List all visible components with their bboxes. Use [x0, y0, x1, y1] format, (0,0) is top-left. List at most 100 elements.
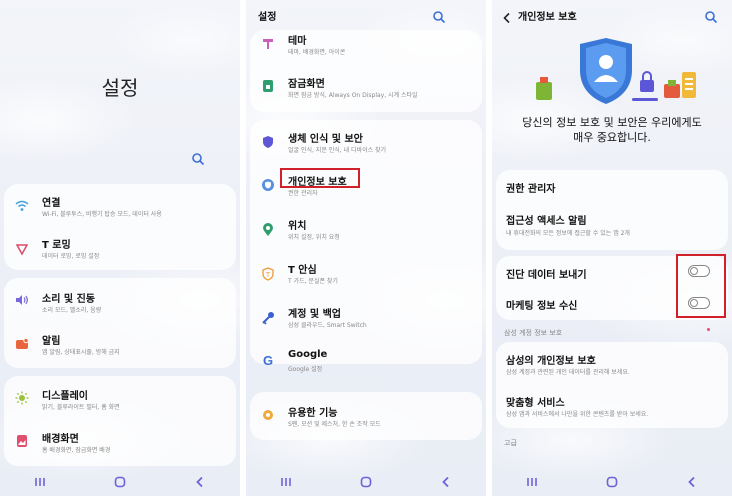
location-icon	[260, 222, 276, 238]
settings-item-display[interactable]: 디스플레이 밝기, 블루라이트 필터, 홈 화면	[4, 376, 236, 421]
settings-item-label: 연결	[42, 198, 61, 209]
wifi-icon	[14, 198, 30, 214]
custom-service-label: 맞춤형 서비스	[506, 398, 565, 409]
speaker-icon	[14, 292, 30, 308]
back-icon[interactable]	[436, 472, 456, 492]
page-title: 설정	[101, 76, 139, 100]
settings-item-google[interactable]: G Google Google 설정	[250, 340, 482, 373]
key-icon	[260, 310, 276, 326]
privacy-description: 당신의 정보 보호 및 보안은 우리에게도 매우 중요합니다.	[492, 115, 732, 145]
settings-group-security: 생체 인식 및 보안 얼굴 인식, 지문 인식, 내 디바이스 찾기 개인정보 …	[250, 120, 482, 373]
settings-item-sub: 앱 알림, 상태표시줄, 방해 금지	[42, 349, 120, 356]
settings-group-theme: 테마 테마, 배경화면, 아이콘 잠금화면 화면 잠금 방식, Always O…	[250, 30, 482, 112]
home-icon[interactable]	[602, 472, 622, 492]
settings-item-sub: 테마, 배경화면, 아이콘	[288, 49, 346, 56]
settings-item-sub: 데이터 로밍, 로밍 설정	[42, 253, 100, 260]
settings-item-label: 잠금화면	[288, 79, 325, 90]
privacy-group-samsung: 삼성의 개인정보 보호 삼성 계정과 관련된 개인 데이터를 관리해 보세요. …	[496, 342, 728, 428]
theme-icon	[260, 36, 276, 52]
settings-item-label: T 안심	[288, 265, 317, 276]
highlight-box-privacy	[280, 168, 360, 188]
permission-manager-item[interactable]: 권한 관리자	[496, 170, 728, 202]
settings-item-label: T 로밍	[42, 240, 71, 251]
settings-item-sub: T 가드, 분실폰 찾기	[288, 278, 338, 285]
diagnostic-data-label: 진단 데이터 보내기	[506, 270, 587, 281]
search-icon[interactable]	[191, 151, 205, 166]
navigation-bar	[0, 468, 240, 496]
settings-item-label: 유용한 기능	[288, 408, 338, 419]
description-line: 매우 중요합니다.	[573, 131, 651, 144]
recent-apps-icon[interactable]	[276, 472, 296, 492]
shield-icon	[260, 134, 276, 150]
settings-item-sub: 화면 잠금 방식, Always On Display, 시계 스타일	[288, 92, 418, 99]
settings-group-connections: 연결 Wi-Fi, 블루투스, 비행기 탑승 모드, 데이터 사용 T 로밍 데…	[4, 184, 236, 270]
wallpaper-icon	[14, 433, 30, 449]
section-label-advanced: 고급	[504, 439, 517, 447]
roaming-icon	[14, 241, 30, 257]
settings-item-lockscreen[interactable]: 잠금화면 화면 잠금 방식, Always On Display, 시계 스타일	[250, 66, 482, 110]
accessibility-alert-item[interactable]: 접근성 액세스 알림 내 휴대전화의 모든 정보에 접근할 수 있는 앱 2개	[496, 204, 728, 248]
settings-item-sub: 권한 관리자	[288, 190, 318, 197]
search-icon[interactable]	[704, 9, 718, 24]
new-badge-dot	[707, 328, 710, 331]
settings-item-label: Google	[288, 349, 328, 360]
settings-home-screen: 설정 연결 Wi-Fi, 블루투스, 비행기 탑승 모드, 데이터 사용 T 로…	[0, 0, 240, 496]
settings-item-location[interactable]: 위치 위치 설정, 위치 요청	[250, 208, 482, 252]
lock-icon	[260, 78, 276, 94]
settings-item-sub: 삼성 클라우드, Smart Switch	[288, 322, 367, 329]
samsung-privacy-sub: 삼성 계정과 관련된 개인 데이터를 관리해 보세요.	[506, 369, 630, 376]
settings-item-connections[interactable]: 연결 Wi-Fi, 블루투스, 비행기 탑승 모드, 데이터 사용	[4, 184, 236, 227]
settings-item-sub: Wi-Fi, 블루투스, 비행기 탑승 모드, 데이터 사용	[42, 211, 162, 218]
page-title: 설정	[258, 12, 277, 23]
settings-item-biometrics[interactable]: 생체 인식 및 보안 얼굴 인식, 지문 인식, 내 디바이스 찾기	[250, 120, 482, 164]
permission-manager-label: 권한 관리자	[506, 184, 556, 195]
svg-text:T: T	[265, 271, 271, 279]
settings-item-tsafe[interactable]: T T 안심 T 가드, 분실폰 찾기	[250, 252, 482, 296]
settings-item-notifications[interactable]: 알림 앱 알림, 상태표시줄, 방해 금지	[4, 323, 236, 368]
settings-item-accounts[interactable]: 계정 및 백업 삼성 클라우드, Smart Switch	[250, 296, 482, 340]
settings-item-troaming[interactable]: T 로밍 데이터 로밍, 로밍 설정	[4, 227, 236, 270]
search-icon[interactable]	[432, 9, 446, 24]
settings-item-sub: S펜, 모션 및 제스처, 한 손 조작 모드	[288, 421, 381, 428]
marketing-info-label: 마케팅 정보 수신	[506, 301, 578, 312]
settings-group-advanced: 유용한 기능 S펜, 모션 및 제스처, 한 손 조작 모드	[250, 392, 482, 440]
recent-apps-icon[interactable]	[522, 472, 542, 492]
notification-icon	[14, 336, 30, 352]
samsung-privacy-label: 삼성의 개인정보 보호	[506, 356, 596, 367]
settings-item-label: 생체 인식 및 보안	[288, 134, 363, 145]
privacy-group-permissions: 권한 관리자 접근성 액세스 알림 내 휴대전화의 모든 정보에 접근할 수 있…	[496, 170, 728, 250]
settings-list-screen: 설정 테마 테마, 배경화면, 아이콘 잠금화면 화면 잠금 방식, Alway…	[246, 0, 486, 496]
privacy-illustration	[528, 36, 698, 108]
settings-item-theme[interactable]: 테마 테마, 배경화면, 아이콘	[250, 30, 482, 62]
home-icon[interactable]	[110, 472, 130, 492]
gear-plus-icon	[260, 407, 276, 423]
settings-item-label: 배경화면	[42, 434, 79, 445]
back-icon[interactable]	[682, 472, 702, 492]
tsafe-icon: T	[260, 266, 276, 282]
privacy-icon	[260, 177, 276, 193]
accessibility-alert-sub: 내 휴대전화의 모든 정보에 접근할 수 있는 앱 2개	[506, 230, 630, 237]
privacy-screen: 개인정보 보호 당신의 정보 보호 및 보안은 우리에게도 매우 중요합니다.	[492, 0, 732, 496]
settings-group-sound: 소리 및 진동 소리 모드, 벨소리, 음량 알림 앱 알림, 상태표시줄, 방…	[4, 278, 236, 368]
settings-item-sub: 얼굴 인식, 지문 인식, 내 디바이스 찾기	[288, 147, 387, 154]
samsung-privacy-item[interactable]: 삼성의 개인정보 보호 삼성 계정과 관련된 개인 데이터를 관리해 보세요.	[496, 342, 728, 384]
settings-item-label: 소리 및 진동	[42, 294, 95, 305]
description-line: 당신의 정보 보호 및 보안은 우리에게도	[522, 116, 702, 129]
settings-item-sub: 홈 배경화면, 잠금화면 배경	[42, 447, 111, 454]
custom-service-item[interactable]: 맞춤형 서비스 삼성 앱과 서비스에서 나만을 위한 콘텐츠를 받아 보세요.	[496, 386, 728, 428]
settings-item-label: 계정 및 백업	[288, 309, 341, 320]
back-icon[interactable]	[190, 472, 210, 492]
settings-item-sub: 밝기, 블루라이트 필터, 홈 화면	[42, 404, 120, 411]
back-arrow-icon[interactable]	[502, 9, 514, 24]
settings-item-sub: 위치 설정, 위치 요청	[288, 234, 340, 241]
settings-item-label: 위치	[288, 221, 307, 232]
section-label-samsung-account: 삼성 계정 정보 보호	[504, 329, 563, 337]
settings-item-sound[interactable]: 소리 및 진동 소리 모드, 벨소리, 음량	[4, 278, 236, 323]
brightness-icon	[14, 390, 30, 406]
settings-item-wallpaper[interactable]: 배경화면 홈 배경화면, 잠금화면 배경	[4, 421, 236, 466]
settings-group-display: 디스플레이 밝기, 블루라이트 필터, 홈 화면 배경화면 홈 배경화면, 잠금…	[4, 376, 236, 466]
recent-apps-icon[interactable]	[30, 472, 50, 492]
settings-item-advanced-features[interactable]: 유용한 기능 S펜, 모션 및 제스처, 한 손 조작 모드	[250, 392, 482, 440]
settings-item-label: 알림	[42, 336, 61, 347]
home-icon[interactable]	[356, 472, 376, 492]
